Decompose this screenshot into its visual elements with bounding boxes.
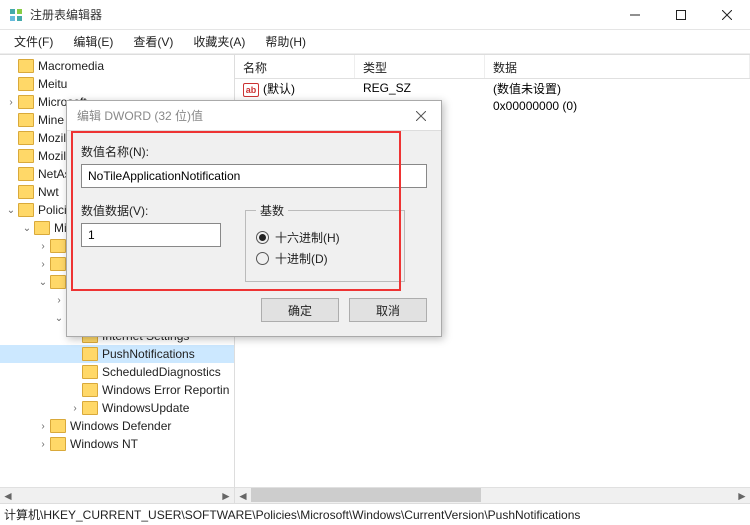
scroll-right-icon[interactable]: ► [218, 488, 234, 504]
dialog-title: 编辑 DWORD (32 位)值 [77, 107, 203, 124]
tree-item[interactable]: ScheduledDiagnostics [0, 363, 234, 381]
radio-hex[interactable] [256, 231, 269, 244]
folder-icon [82, 365, 98, 379]
window-title: 注册表编辑器 [30, 6, 612, 23]
tree-item-label: WindowsUpdate [102, 401, 189, 415]
dialog-close-button[interactable] [401, 101, 441, 131]
folder-icon [82, 347, 98, 361]
tree-twisty-icon[interactable]: ⌄ [20, 223, 34, 234]
folder-icon [50, 437, 66, 451]
folder-icon [82, 401, 98, 415]
tree-item[interactable]: › WindowsUpdate [0, 399, 234, 417]
menu-favorites[interactable]: 收藏夹(A) [185, 31, 253, 52]
folder-icon [18, 203, 34, 217]
tree-item-label: Nwt [38, 185, 59, 199]
folder-icon [18, 95, 34, 109]
statusbar: 计算机\HKEY_CURRENT_USER\SOFTWARE\Policies\… [0, 503, 750, 525]
tree-twisty-icon[interactable]: › [52, 295, 66, 306]
scroll-left-icon[interactable]: ◄ [235, 488, 251, 504]
tree-item-label: Mine [38, 113, 64, 127]
folder-icon [50, 257, 66, 271]
tree-item-label: Windows Error Reportin [102, 383, 229, 397]
value-name-input[interactable] [81, 164, 427, 188]
tree-item[interactable]: Macromedia [0, 57, 234, 75]
cell-data: (数值未设置) [485, 80, 750, 97]
regedit-icon [8, 7, 24, 23]
close-button[interactable] [704, 0, 750, 30]
window-controls [612, 0, 750, 30]
tree-twisty-icon[interactable]: ⌄ [52, 313, 66, 324]
tree-twisty-icon[interactable]: › [4, 97, 18, 108]
folder-icon [50, 239, 66, 253]
menu-file[interactable]: 文件(F) [6, 31, 61, 52]
tree-item[interactable]: PushNotifications [0, 345, 234, 363]
edit-dword-dialog: 编辑 DWORD (32 位)值 数值名称(N): 数值数据(V): 基数 十六… [66, 100, 442, 337]
dialog-body: 数值名称(N): 数值数据(V): 基数 十六进制(H) 十进制(D) 确定 [67, 131, 441, 336]
maximize-button[interactable] [658, 0, 704, 30]
scroll-right-icon[interactable]: ► [734, 488, 750, 504]
base-legend: 基数 [256, 202, 288, 219]
tree-item-label: Meitu [38, 77, 67, 91]
string-value-icon: ab [243, 83, 259, 97]
cell-name: ab(默认) [235, 80, 355, 97]
tree-twisty-icon[interactable]: › [36, 421, 50, 432]
tree-item-label: Windows Defender [70, 419, 171, 433]
tree-item[interactable]: Meitu [0, 75, 234, 93]
tree-twisty-icon[interactable]: › [36, 259, 50, 270]
radio-hex-label: 十六进制(H) [275, 229, 340, 246]
folder-icon [34, 221, 50, 235]
folder-icon [18, 149, 34, 163]
folder-icon [18, 131, 34, 145]
cancel-button[interactable]: 取消 [349, 298, 427, 322]
folder-icon [82, 383, 98, 397]
menubar: 文件(F) 编辑(E) 查看(V) 收藏夹(A) 帮助(H) [0, 30, 750, 54]
folder-icon [50, 419, 66, 433]
dialog-titlebar[interactable]: 编辑 DWORD (32 位)值 [67, 101, 441, 131]
radio-dec[interactable] [256, 252, 269, 265]
folder-icon [18, 59, 34, 73]
tree-twisty-icon[interactable]: › [36, 241, 50, 252]
tree-item-label: Macromedia [38, 59, 104, 73]
tree-scrollbar-horizontal[interactable]: ◄ ► [0, 487, 234, 503]
scrollbar-thumb[interactable] [251, 488, 481, 502]
tree-twisty-icon[interactable]: ⌄ [4, 205, 18, 216]
column-type[interactable]: 类型 [355, 55, 485, 78]
tree-item[interactable]: Windows Error Reportin [0, 381, 234, 399]
base-fieldset: 基数 十六进制(H) 十进制(D) [245, 202, 405, 282]
radio-dec-row[interactable]: 十进制(D) [256, 250, 394, 267]
list-scrollbar-horizontal[interactable]: ◄ ► [235, 487, 750, 503]
tree-item[interactable]: › Windows Defender [0, 417, 234, 435]
folder-icon [18, 77, 34, 91]
minimize-button[interactable] [612, 0, 658, 30]
radio-hex-row[interactable]: 十六进制(H) [256, 229, 394, 246]
folder-icon [18, 113, 34, 127]
value-name-label: 数值名称(N): [81, 143, 427, 160]
cell-data: 0x00000000 (0) [485, 99, 750, 113]
value-data-label: 数值数据(V): [81, 202, 221, 219]
scroll-left-icon[interactable]: ◄ [0, 488, 16, 504]
tree-twisty-icon[interactable]: › [68, 403, 82, 414]
list-row[interactable]: ab(默认) REG_SZ (数值未设置) [235, 79, 750, 97]
menu-view[interactable]: 查看(V) [125, 31, 181, 52]
folder-icon [50, 275, 66, 289]
folder-icon [18, 185, 34, 199]
titlebar: 注册表编辑器 [0, 0, 750, 30]
tree-item-label: PushNotifications [102, 347, 195, 361]
column-name[interactable]: 名称 [235, 55, 355, 78]
ok-button[interactable]: 确定 [261, 298, 339, 322]
column-data[interactable]: 数据 [485, 55, 750, 78]
radio-dec-label: 十进制(D) [275, 250, 328, 267]
tree-item[interactable]: › Windows NT [0, 435, 234, 453]
tree-twisty-icon[interactable]: › [36, 439, 50, 450]
tree-item-label: Windows NT [70, 437, 138, 451]
menu-edit[interactable]: 编辑(E) [65, 31, 121, 52]
value-data-input[interactable] [81, 223, 221, 247]
folder-icon [18, 167, 34, 181]
menu-help[interactable]: 帮助(H) [257, 31, 314, 52]
list-header: 名称 类型 数据 [235, 55, 750, 79]
cell-type: REG_SZ [355, 81, 485, 95]
tree-twisty-icon[interactable]: ⌄ [36, 277, 50, 288]
tree-item-label: ScheduledDiagnostics [102, 365, 221, 379]
